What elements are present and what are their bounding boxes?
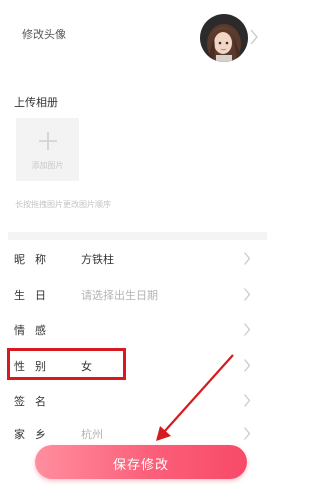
gender-value: 女 [81, 360, 92, 373]
birthday-placeholder: 请选择出生日期 [81, 289, 158, 302]
birthday-row[interactable]: 生日 请选择出生日期 [0, 277, 267, 312]
add-photo-label: 添加图片 [31, 161, 64, 170]
chevron-right-icon [244, 252, 251, 265]
avatar-illustration-icon [200, 14, 248, 62]
change-avatar-label: 修改头像 [22, 28, 66, 41]
plus-icon [39, 132, 57, 150]
hometown-value: 杭州 [81, 428, 103, 441]
chevron-right-icon [244, 427, 251, 440]
avatar-chevron-right-icon [250, 29, 258, 45]
chevron-right-icon [244, 323, 251, 336]
save-changes-label: 保存修改 [112, 457, 169, 472]
add-photo-button[interactable]: 添加图片 [16, 118, 79, 181]
change-avatar-row[interactable]: 修改头像 [0, 0, 267, 78]
avatar[interactable] [200, 14, 248, 62]
nickname-row[interactable]: 昵称 方铁柱 [0, 241, 267, 276]
nickname-label: 昵称 [14, 253, 56, 266]
signature-row[interactable]: 签名 [0, 383, 267, 418]
chevron-right-icon [244, 359, 251, 372]
chevron-right-icon [244, 288, 251, 301]
save-changes-button[interactable]: 保存修改 [35, 445, 247, 479]
emotion-label: 情感 [14, 324, 56, 337]
signature-label: 签名 [14, 395, 56, 408]
emotion-row[interactable]: 情感 [0, 312, 267, 347]
gender-row[interactable]: 性别 女 [0, 348, 267, 383]
reorder-hint: 长按拖拽图片更改图片顺序 [15, 200, 111, 209]
nickname-value: 方铁柱 [81, 253, 114, 266]
upload-album-title: 上传相册 [14, 96, 58, 109]
chevron-right-icon [244, 394, 251, 407]
birthday-label: 生日 [14, 289, 56, 302]
hometown-label: 家乡 [14, 428, 56, 441]
section-divider [8, 232, 267, 240]
gender-label: 性别 [14, 360, 56, 373]
